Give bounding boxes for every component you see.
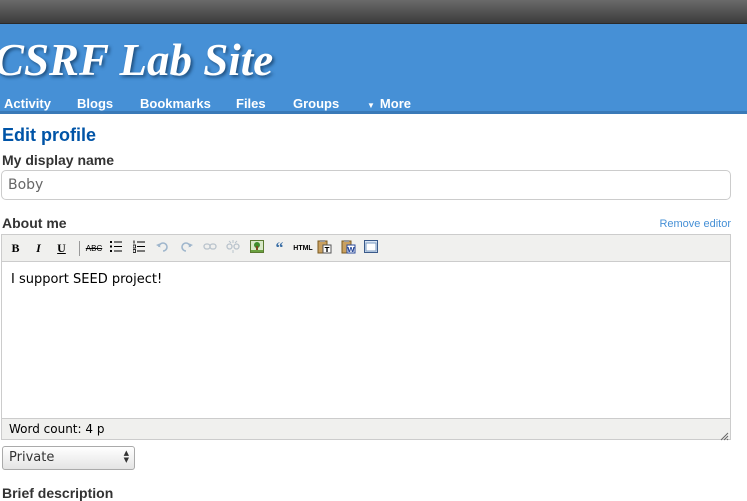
select-arrows-icon: ▲ ▼ (123, 449, 129, 464)
editor-statusbar: Word count: 4 p (2, 418, 730, 441)
insert-image-icon[interactable] (248, 240, 265, 257)
nav-item-groups[interactable]: Groups (293, 96, 339, 111)
paste-word-icon[interactable]: W (340, 240, 357, 257)
page-title: Edit profile (2, 125, 96, 145)
paste-text-icon[interactable]: T (316, 240, 333, 257)
undo-icon[interactable] (154, 240, 171, 257)
underline-button[interactable]: U (53, 240, 70, 257)
nav-item-blogs[interactable]: Blogs (77, 96, 113, 111)
site-title[interactable]: CSRF Lab Site (0, 34, 273, 86)
site-header: CSRF Lab Site Activity Blogs Bookmarks F… (0, 24, 747, 114)
rich-text-editor: B I U ABC “ HTML T W I support SEED proj… (1, 234, 731, 441)
link-icon[interactable] (201, 240, 218, 257)
numbered-list-icon[interactable] (131, 240, 148, 257)
word-count: Word count: 4 p (9, 422, 105, 436)
bullet-list-icon[interactable] (108, 240, 125, 257)
nav-more-label: More (379, 96, 411, 111)
html-source-button[interactable]: HTML (292, 240, 314, 257)
display-name-input[interactable]: Boby (1, 170, 731, 200)
about-me-label: About me (2, 215, 67, 231)
caret-down-icon: ▼ (367, 101, 375, 110)
access-level-select[interactable]: Private ▲ ▼ (2, 446, 135, 470)
svg-text:T: T (325, 246, 330, 254)
editor-content[interactable]: I support SEED project! (11, 272, 162, 287)
nav-item-bookmarks[interactable]: Bookmarks (140, 96, 211, 111)
resize-handle-icon[interactable] (719, 428, 729, 441)
unlink-icon[interactable] (224, 240, 241, 257)
access-level-value: Private (9, 450, 55, 465)
toolbar-separator (79, 241, 80, 256)
nav-item-more[interactable]: ▼ More (367, 96, 411, 111)
fullscreen-icon[interactable] (362, 240, 379, 257)
nav-item-files[interactable]: Files (236, 96, 266, 111)
bold-button[interactable]: B (7, 240, 24, 257)
svg-text:W: W (347, 246, 355, 254)
redo-icon[interactable] (178, 240, 195, 257)
italic-button[interactable]: I (30, 240, 47, 257)
brief-description-label: Brief description (2, 485, 114, 501)
strikethrough-button[interactable]: ABC (84, 240, 104, 257)
remove-editor-link[interactable]: Remove editor (659, 218, 731, 230)
nav-item-activity[interactable]: Activity (4, 96, 51, 111)
editor-toolbar: B I U ABC “ HTML T W (2, 235, 730, 262)
display-name-label: My display name (2, 152, 115, 168)
header-divider (0, 111, 747, 114)
top-toolbar-bar (0, 0, 747, 24)
blockquote-button[interactable]: “ (271, 240, 288, 257)
